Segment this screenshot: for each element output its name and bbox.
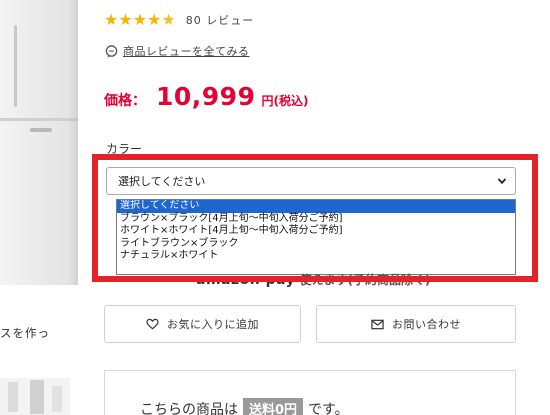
half-star-icon: ★	[161, 10, 176, 29]
shipping-badge: 送料0円	[243, 398, 304, 415]
color-select-value: 選択してください	[118, 175, 206, 188]
thumb-detail	[30, 380, 44, 414]
thumbnail-image[interactable]	[0, 378, 70, 415]
shipping-prefix: こちらの商品は	[140, 401, 238, 415]
contact-button[interactable]: お問い合わせ	[316, 305, 516, 343]
rating-stars: ★★★★★	[104, 10, 176, 29]
color-option[interactable]: ライトブラウン×ブラック	[117, 238, 515, 251]
image-detail	[0, 118, 78, 121]
contact-button-label: お問い合わせ	[392, 318, 461, 331]
rating-count: 80 レビュー	[185, 13, 255, 27]
color-option[interactable]: 選択してください	[117, 200, 515, 213]
shipping-suffix: です。	[308, 401, 349, 415]
chevron-down-icon	[497, 178, 507, 185]
amazon-pay-note: amazon pay 使えます(予約商品除く)	[196, 271, 430, 288]
color-option[interactable]: ブラウン×ブラック[4月上旬～中旬入荷分ご予約]	[117, 213, 515, 226]
shipping-box: こちらの商品は 送料0円 です。	[104, 370, 516, 415]
image-detail	[68, 0, 78, 285]
comment-icon	[105, 44, 118, 58]
favorite-button[interactable]: お気に入りに追加	[104, 305, 301, 343]
image-detail	[14, 25, 17, 107]
color-dropdown-list[interactable]: 選択してください ブラウン×ブラック[4月上旬～中旬入荷分ご予約] ホワイト×ホ…	[116, 199, 516, 275]
amazon-pay-text: 使えます(予約商品除く)	[299, 273, 431, 287]
review-link-label: 商品レビューを全てみる	[123, 45, 250, 58]
mail-icon	[371, 319, 384, 329]
rating: ★★★★★ 80 レビュー	[104, 10, 254, 29]
color-option[interactable]: ホワイト×ホワイト[4月上旬～中旬入荷分ご予約]	[117, 225, 515, 238]
color-select[interactable]: 選択してください	[106, 167, 516, 195]
shipping-text: こちらの商品は 送料0円 です。	[140, 398, 349, 415]
price: 価格： 10,999 円(税込)	[104, 82, 308, 111]
product-page: スを作っ ★★★★★ 80 レビュー 商品レビューを全てみる 価格： 10,99…	[0, 0, 550, 415]
star-icons: ★★★★	[104, 10, 162, 29]
color-label: カラー	[106, 142, 143, 156]
product-image[interactable]	[0, 0, 78, 285]
heart-icon	[146, 318, 159, 330]
left-caption: スを作っ	[0, 326, 50, 340]
image-detail	[30, 128, 52, 132]
price-tax: 円(税込)	[261, 94, 309, 108]
price-label: 価格：	[104, 93, 146, 109]
favorite-button-label: お気に入りに追加	[167, 318, 259, 331]
thumb-detail	[52, 386, 62, 412]
amazon-pay-logo: amazon pay	[196, 272, 296, 288]
price-value: 10,999	[156, 82, 256, 111]
color-option[interactable]: ナチュラル×ホワイト	[117, 250, 515, 263]
thumb-detail	[8, 382, 18, 412]
review-link[interactable]: 商品レビューを全てみる	[105, 43, 250, 59]
